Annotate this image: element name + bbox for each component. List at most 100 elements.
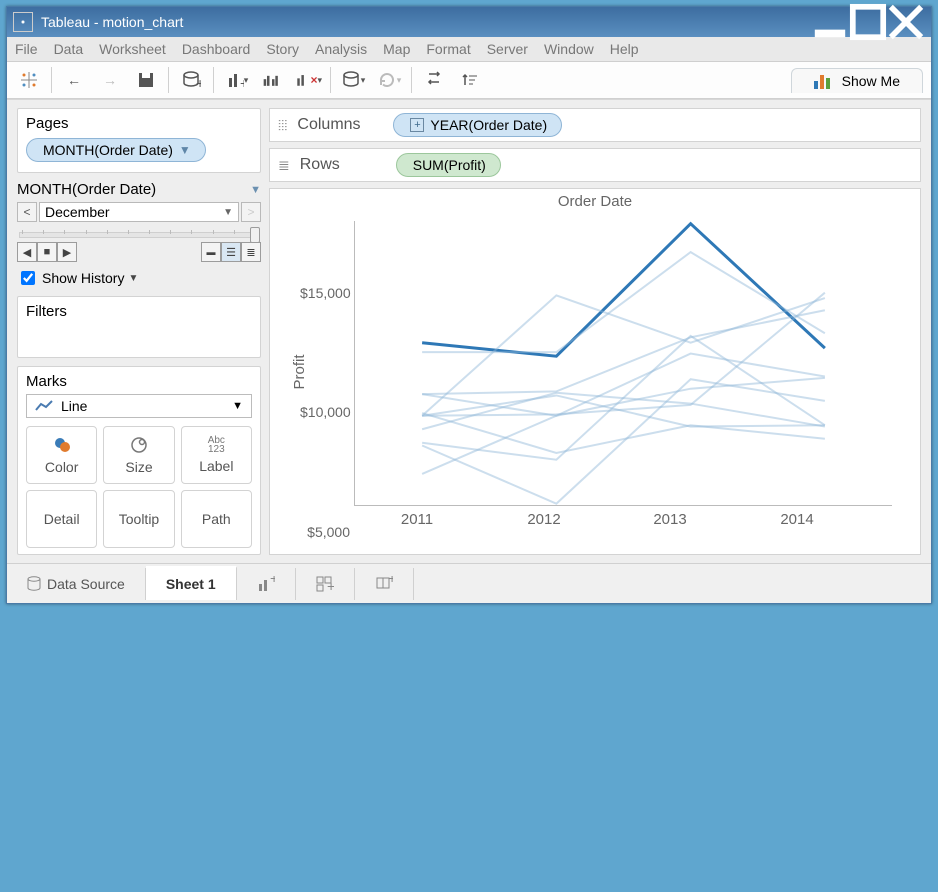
duplicate-sheet-button[interactable]: [258, 66, 286, 94]
minimize-button[interactable]: [811, 11, 849, 33]
expand-icon: +: [410, 118, 424, 132]
toolbar: ← → + +▾ ×▾ ▾ ▾ Show Me: [7, 62, 931, 99]
mark-path-button[interactable]: Path: [181, 490, 252, 548]
maximize-button[interactable]: [849, 11, 887, 33]
view-area: ⦙⦙⦙ Columns + YEAR(Order Date) ≣ Rows SU…: [269, 100, 931, 563]
chart-canvas: Order Date Profit $15,000 $10,000 $5,000…: [269, 188, 921, 555]
new-worksheet-tab[interactable]: +: [237, 568, 296, 600]
columns-pill[interactable]: + YEAR(Order Date): [393, 113, 562, 137]
menu-dashboard[interactable]: Dashboard: [182, 41, 251, 57]
new-worksheet-icon: +: [257, 576, 275, 592]
rows-shelf[interactable]: ≣ Rows SUM(Profit): [269, 148, 921, 182]
next-page-button[interactable]: >: [241, 202, 261, 222]
speed-fast-button[interactable]: ≣: [241, 242, 261, 262]
line-chart: [355, 221, 892, 505]
menu-worksheet[interactable]: Worksheet: [99, 41, 166, 57]
mark-color-button[interactable]: Color: [26, 426, 97, 484]
page-slider[interactable]: [19, 232, 259, 238]
mark-detail-button[interactable]: Detail: [26, 490, 97, 548]
filters-title: Filters: [26, 303, 252, 320]
stop-button[interactable]: ■: [37, 242, 57, 262]
y-axis-label: Profit: [291, 354, 308, 389]
window-title: Tableau - motion_chart: [41, 14, 811, 30]
x-tick: 2014: [780, 511, 813, 528]
mark-cell-label: Detail: [44, 511, 80, 527]
extract-button[interactable]: ▾: [339, 66, 367, 94]
show-history-checkbox[interactable]: Show History ▼: [17, 268, 261, 288]
prev-page-button[interactable]: <: [17, 202, 37, 222]
chevron-down-icon: ▼: [223, 207, 233, 218]
chart-title: Order Date: [270, 193, 920, 210]
menu-server[interactable]: Server: [487, 41, 528, 57]
show-history-input[interactable]: [21, 271, 35, 285]
y-tick: $5,000: [300, 524, 350, 540]
side-panels: Pages MONTH(Order Date) ▼ MONTH(Order Da…: [7, 100, 269, 563]
menubar: File Data Worksheet Dashboard Story Anal…: [7, 37, 931, 62]
show-history-label: Show History: [42, 270, 124, 286]
save-button[interactable]: [132, 66, 160, 94]
delete-sheet-button[interactable]: ×▾: [294, 66, 322, 94]
page-slider-thumb[interactable]: [250, 227, 260, 243]
rows-pill[interactable]: SUM(Profit): [396, 153, 501, 177]
menu-format[interactable]: Format: [426, 41, 470, 57]
menu-file[interactable]: File: [15, 41, 38, 57]
new-dashboard-tab[interactable]: +: [296, 568, 355, 600]
mark-type-label: Line: [61, 398, 87, 414]
marks-card: Marks Line ▼ Color Size: [17, 366, 261, 555]
menu-window[interactable]: Window: [544, 41, 594, 57]
menu-help[interactable]: Help: [610, 41, 639, 57]
tab-data-source[interactable]: Data Source: [7, 568, 146, 600]
sort-asc-button[interactable]: [456, 66, 484, 94]
mark-cell-label: Tooltip: [119, 511, 159, 527]
mark-size-button[interactable]: Size: [103, 426, 174, 484]
columns-icon: ⦙⦙⦙: [278, 117, 287, 134]
menu-story[interactable]: Story: [266, 41, 299, 57]
page-value-dropdown[interactable]: December ▼: [39, 202, 239, 222]
tableau-icon: [13, 12, 33, 32]
svg-text:+: +: [327, 578, 334, 592]
tab-sheet-1[interactable]: Sheet 1: [146, 566, 237, 600]
svg-text:+: +: [270, 576, 275, 586]
plot-area: [354, 221, 892, 506]
new-story-tab[interactable]: +: [355, 568, 414, 600]
label-icon: Abc123: [208, 436, 225, 454]
play-back-button[interactable]: ◀: [17, 242, 37, 262]
show-me-button[interactable]: Show Me: [791, 68, 923, 93]
mark-type-dropdown[interactable]: Line ▼: [26, 394, 252, 418]
new-worksheet-button[interactable]: +▾: [222, 66, 250, 94]
rows-pill-label: SUM(Profit): [413, 157, 486, 173]
y-tick: $15,000: [300, 285, 350, 301]
chevron-down-icon[interactable]: ▼: [250, 184, 261, 196]
logo-icon[interactable]: [15, 66, 43, 94]
pages-pill[interactable]: MONTH(Order Date) ▼: [26, 138, 206, 162]
mark-cell-label: Size: [125, 459, 152, 475]
columns-shelf[interactable]: ⦙⦙⦙ Columns + YEAR(Order Date): [269, 108, 921, 142]
tab-sheet-1-label: Sheet 1: [166, 576, 216, 592]
pages-card: Pages MONTH(Order Date) ▼: [17, 108, 261, 173]
menu-map[interactable]: Map: [383, 41, 410, 57]
mark-label-button[interactable]: Abc123 Label: [181, 426, 252, 484]
close-button[interactable]: [887, 11, 925, 33]
menu-data[interactable]: Data: [54, 41, 84, 57]
mark-tooltip-button[interactable]: Tooltip: [103, 490, 174, 548]
new-dashboard-icon: +: [316, 576, 334, 592]
x-tick: 2013: [653, 511, 686, 528]
sheet-tabs: Data Source Sheet 1 + + +: [7, 563, 931, 603]
swap-button[interactable]: [420, 66, 448, 94]
tab-data-source-label: Data Source: [47, 576, 125, 592]
app-window: Tableau - motion_chart File Data Workshe…: [6, 6, 932, 604]
back-button[interactable]: ←: [60, 66, 88, 94]
speed-med-button[interactable]: ☰: [221, 242, 241, 262]
mark-cell-label: Label: [199, 458, 233, 474]
x-tick: 2012: [527, 511, 560, 528]
speed-slow-button[interactable]: ▬: [201, 242, 221, 262]
forward-button[interactable]: →: [96, 66, 124, 94]
play-forward-button[interactable]: ▶: [57, 242, 77, 262]
menu-analysis[interactable]: Analysis: [315, 41, 367, 57]
pages-pill-label: MONTH(Order Date): [43, 142, 173, 158]
x-tick: 2011: [401, 511, 433, 528]
new-datasource-button[interactable]: +: [177, 66, 205, 94]
pages-title: Pages: [26, 115, 252, 132]
refresh-button[interactable]: ▾: [375, 66, 403, 94]
filters-card: Filters: [17, 296, 261, 358]
